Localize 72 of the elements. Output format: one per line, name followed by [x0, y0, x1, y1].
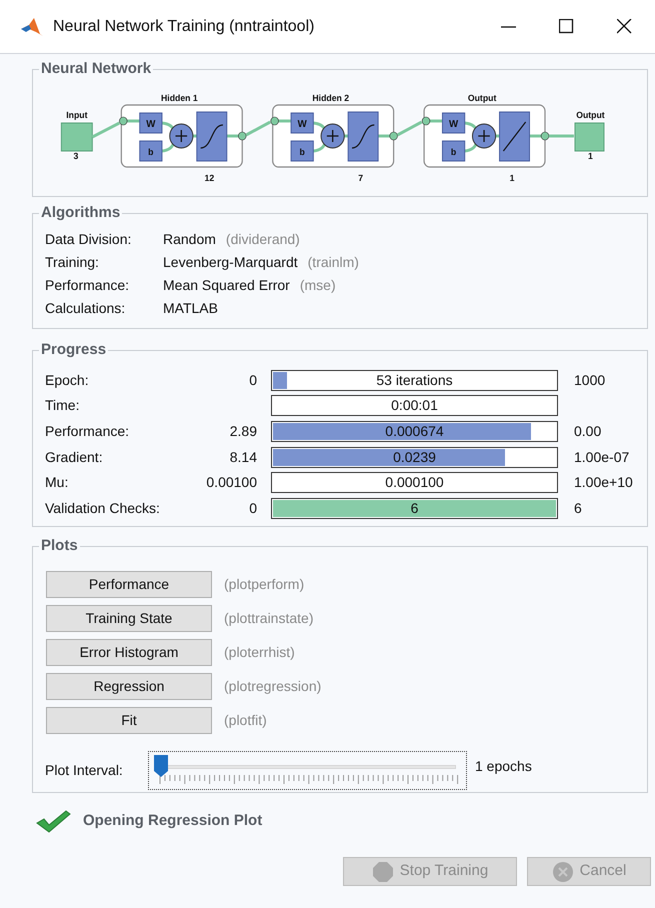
field-label: Time:: [45, 396, 80, 416]
field-label: Gradient:: [45, 448, 104, 467]
progress-reading: 6: [410, 498, 420, 518]
function-name: (mse): [300, 276, 336, 295]
layer-title: Output: [468, 92, 496, 103]
slider-thumb[interactable]: [153, 754, 169, 778]
start-value: 8.14: [228, 448, 257, 467]
bias-label: b: [148, 146, 154, 157]
maximize-icon: [558, 19, 574, 34]
field-label: Plot Interval:: [45, 760, 124, 780]
end-value: 1.00e+10: [574, 473, 633, 492]
field-label: Training:: [45, 252, 100, 272]
function-name: (trainlm): [308, 252, 359, 272]
weight-label: W: [449, 118, 458, 130]
function-name: (plotregression): [224, 677, 322, 696]
stop-sign-icon: [372, 860, 394, 882]
field-value: Random: [163, 230, 216, 248]
field-label: Performance:: [45, 276, 130, 294]
plot-button[interactable]: Error Histogram: [46, 639, 212, 666]
layer-title: Hidden 1: [161, 92, 198, 103]
section-title: Progress: [40, 340, 108, 360]
start-value: 0: [248, 370, 257, 390]
bias-label: b: [300, 146, 305, 157]
output-label: Output: [576, 109, 605, 120]
interval-value: 1 epochs: [475, 756, 532, 776]
status-text: Opening Regression Plot: [83, 810, 262, 831]
weight-label: W: [298, 118, 307, 130]
start-value: 0.00100: [205, 473, 257, 492]
weight-label: W: [146, 118, 156, 130]
function-name: (plottrainstate): [224, 609, 314, 628]
layer-size: 1: [510, 172, 515, 183]
close-icon: [616, 19, 632, 34]
start-value: 2.89: [228, 422, 257, 441]
plot-button[interactable]: Performance: [46, 571, 212, 598]
progress-reading: 53 iterations: [375, 370, 454, 390]
field-value: Mean Squared Error: [163, 276, 290, 295]
section-title: Plots: [40, 536, 79, 556]
field-label: Performance:: [45, 422, 130, 441]
field-label: Epoch:: [45, 370, 90, 390]
field-value: Levenberg-Marquardt: [163, 252, 298, 272]
function-name: (plotfit): [224, 711, 267, 730]
input-size: 3: [73, 150, 78, 161]
section-title: Algorithms: [40, 203, 122, 223]
plot-button[interactable]: Fit: [46, 707, 212, 734]
end-value: 1.00e-07: [574, 448, 630, 467]
plot-interval-slider[interactable]: [148, 750, 467, 790]
field-label: Mu:: [45, 473, 70, 492]
bias-label: b: [450, 146, 456, 157]
window-title: Neural Network Training (nntraintool): [53, 16, 314, 36]
start-value: 0: [248, 498, 257, 518]
layer-title: Hidden 2: [312, 92, 350, 103]
minimize-icon: [500, 26, 516, 28]
end-value: 1000: [574, 370, 606, 390]
field-value: MATLAB: [163, 298, 218, 318]
function-name: (dividerand): [226, 230, 300, 249]
field-label: Data Division:: [45, 230, 132, 248]
plot-button[interactable]: Regression: [46, 673, 212, 700]
function-name: (ploterrhist): [224, 643, 295, 662]
input-label: Input: [66, 109, 88, 120]
end-value: 6: [574, 498, 582, 518]
layer-size: 7: [358, 172, 364, 183]
field-label: Validation Checks:: [45, 498, 161, 518]
section-title: Neural Network: [40, 59, 152, 79]
progress-reading: 0.0239: [392, 448, 437, 467]
output-size: 1: [588, 150, 593, 161]
function-name: (plotperform): [224, 575, 304, 594]
progress-reading: 0.000674: [384, 422, 445, 441]
layer-size: 12: [204, 172, 214, 183]
end-value: 0.00: [574, 422, 602, 441]
field-label: Calculations:: [45, 298, 126, 318]
cancel-icon: [552, 860, 574, 882]
plot-button[interactable]: Training State: [46, 605, 212, 632]
